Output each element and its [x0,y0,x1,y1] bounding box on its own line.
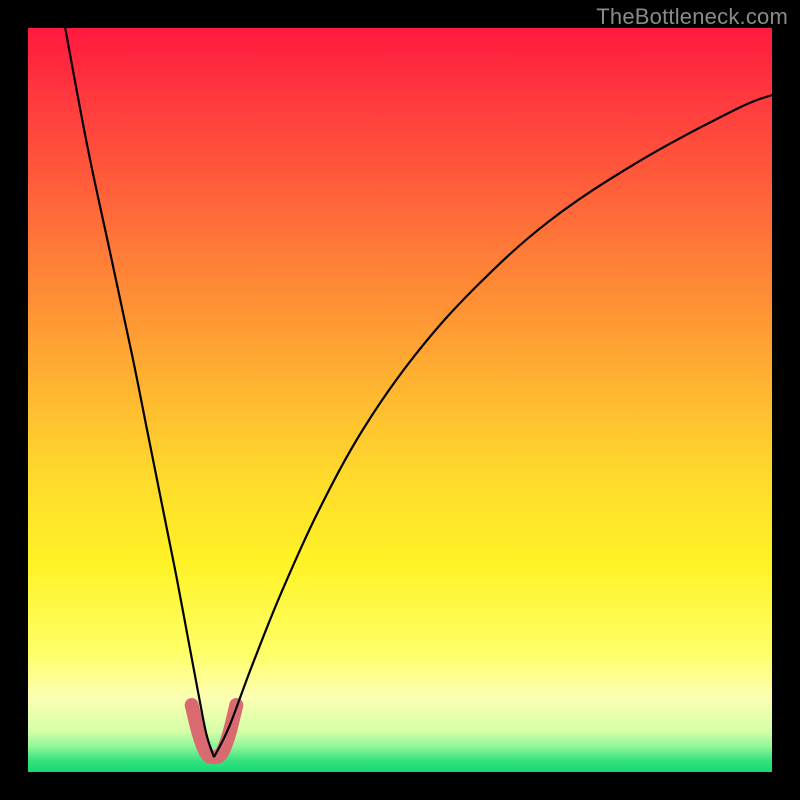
valley-marker [192,705,237,757]
chart-curves [28,28,772,772]
watermark-text: TheBottleneck.com [596,4,788,30]
curve-right-branch [214,95,772,757]
plot-area [28,28,772,772]
curve-left-branch [65,28,214,757]
chart-frame: TheBottleneck.com [0,0,800,800]
